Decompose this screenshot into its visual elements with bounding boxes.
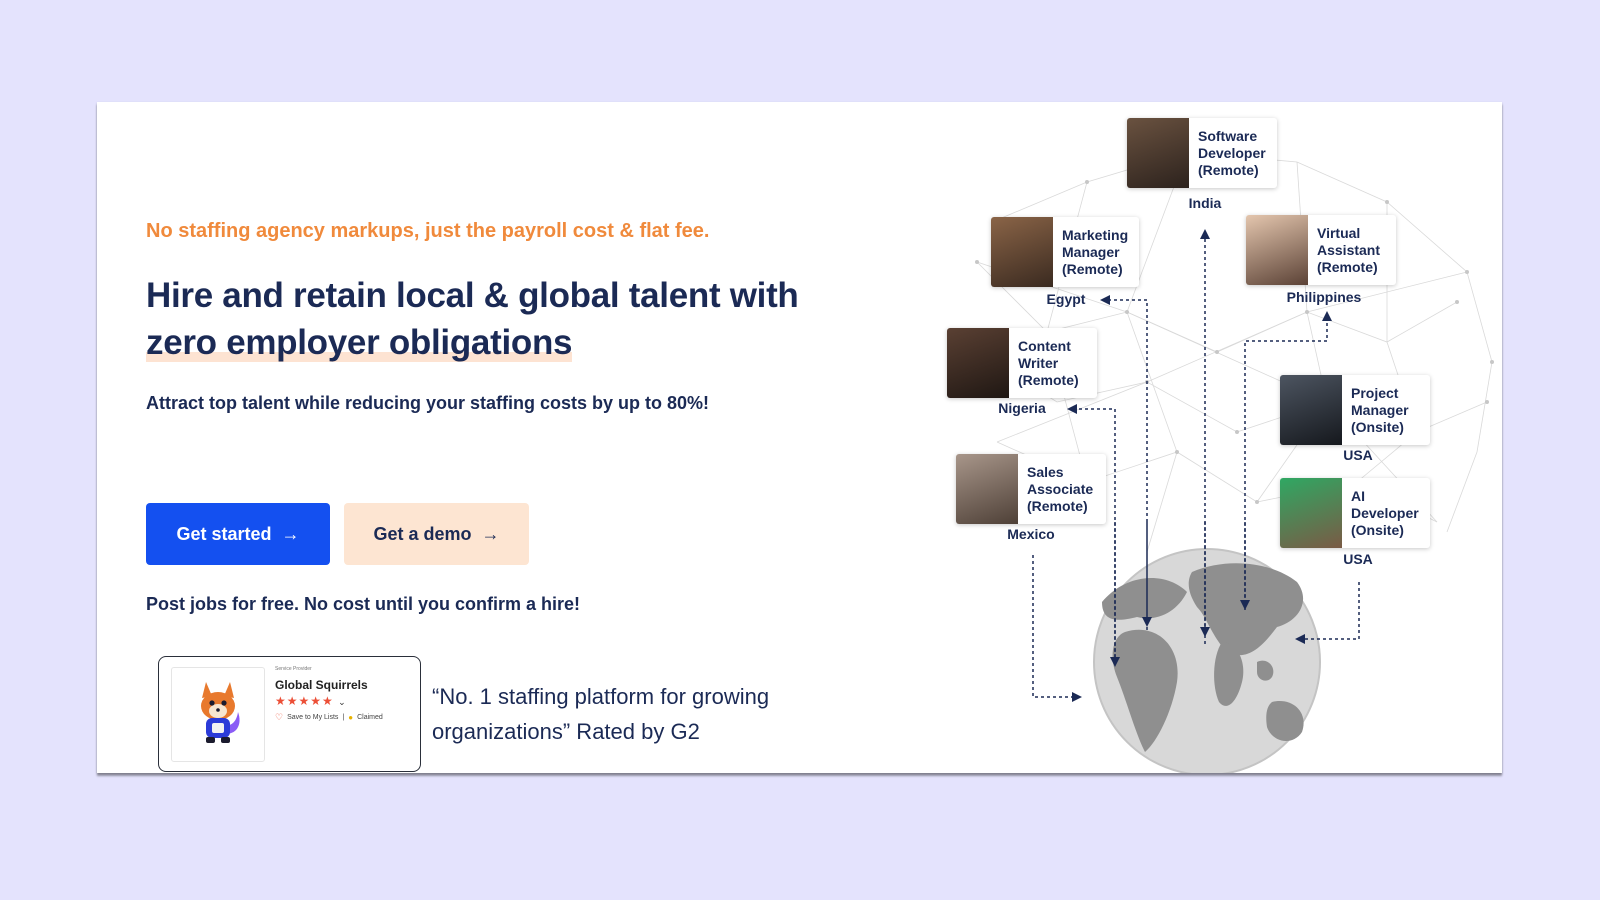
claimed-badge-icon: ● [348,713,354,722]
hero-section: No staffing agency markups, just the pay… [97,102,1502,773]
g2-company-name: Global Squirrels [275,678,368,692]
country-label-egypt: Egypt [1046,291,1086,307]
talent-role: AI Developer (Onsite) [1351,488,1419,538]
get-demo-button[interactable]: Get a demo → [344,503,529,565]
chevron-down-icon: ⌄ [338,697,346,707]
g2-provider-label: Service Provider [275,666,312,672]
meta-separator: | [342,714,345,721]
talent-photo [1280,375,1342,445]
talent-role: Software Developer (Remote) [1198,128,1266,178]
talent-photo [1280,478,1342,548]
g2-meta-row: ♡ Save to My Lists | ● Claimed [275,712,383,723]
talent-role: Marketing Manager (Remote) [1062,227,1129,277]
talent-card-ai-developer[interactable]: AI Developer (Onsite) [1280,478,1430,548]
arrow-right-icon: → [481,523,500,544]
talent-card-virtual-assistant[interactable]: Virtual Assistant (Remote) [1246,215,1396,285]
squirrel-logo-icon [171,667,265,762]
country-label-philippines: Philippines [1286,289,1362,305]
talent-role: Sales Associate (Remote) [1027,464,1094,514]
talent-photo [991,217,1053,287]
rating-stars-icon: ★★★★★ ⌄ [275,694,346,708]
save-to-lists-label: Save to My Lists [287,714,339,721]
talent-photo [1127,118,1189,188]
talent-card-software-developer[interactable]: Software Developer (Remote) [1127,118,1277,188]
hero-tagline: No staffing agency markups, just the pay… [146,220,710,242]
g2-quote: “No. 1 staffing platform for growing org… [432,684,770,744]
talent-role: Project Manager (Onsite) [1351,385,1409,435]
g2-review-card[interactable]: Service Provider Global Squirrels ★★★★★ … [158,656,421,772]
country-label-mexico: Mexico [1007,526,1055,542]
hero-subheadline: Attract top talent while reducing your s… [146,393,710,413]
country-label-india: India [1188,195,1222,211]
talent-role: Content Writer (Remote) [1018,338,1079,388]
country-label-nigeria: Nigeria [998,400,1046,416]
free-posting-note: Post jobs for free. No cost until you co… [146,594,581,614]
talent-role: Virtual Assistant (Remote) [1317,225,1381,275]
headline-highlight: zero employer obligations [146,323,573,362]
get-demo-label: Get a demo [373,523,472,544]
talent-photo [947,328,1009,398]
star-rating-value: ★★★★★ [275,694,334,708]
country-label-usa: USA [1343,447,1373,463]
arrow-right-icon: → [281,523,300,544]
talent-card-marketing-manager[interactable]: Marketing Manager (Remote) [991,217,1139,287]
headline-text: Hire and retain local & global talent wi… [146,276,799,315]
talent-card-sales-associate[interactable]: Sales Associate (Remote) [956,454,1106,524]
get-started-button[interactable]: Get started → [146,503,330,565]
talent-card-project-manager[interactable]: Project Manager (Onsite) [1280,375,1430,445]
claimed-label: Claimed [357,714,383,721]
hero-headline: Hire and retain local & global talent wi… [146,272,866,366]
talent-card-content-writer[interactable]: Content Writer (Remote) [947,328,1097,398]
talent-photo [1246,215,1308,285]
globe-icon [1093,548,1321,773]
country-label-usa: USA [1343,551,1373,567]
heart-icon: ♡ [275,712,284,722]
talent-photo [956,454,1018,524]
get-started-label: Get started [176,523,272,544]
